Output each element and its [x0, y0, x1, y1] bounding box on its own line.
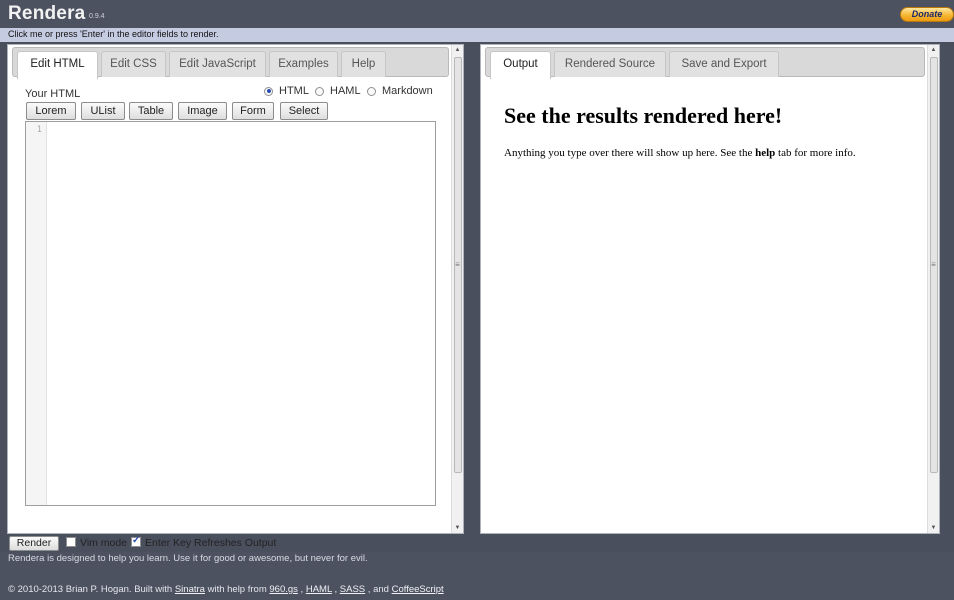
html-editor[interactable]: 1: [25, 121, 436, 506]
mode-html-radio[interactable]: [264, 86, 273, 96]
line-number-gutter: 1: [26, 122, 47, 505]
insert-ulist-button[interactable]: UList: [81, 102, 125, 120]
line-number: 1: [36, 125, 42, 135]
mode-markdown-radio[interactable]: [367, 86, 376, 96]
credits-separator: , and: [365, 584, 392, 595]
insert-image-button[interactable]: Image: [178, 102, 227, 120]
credits-with-help: with help from: [204, 584, 270, 595]
output-tabbar: Output Rendered Source Save and Export: [485, 47, 925, 79]
credits-separator: ,: [297, 584, 306, 595]
credits-separator: ,: [331, 584, 340, 595]
vim-mode-label: Vim mode: [80, 537, 128, 549]
vim-mode-checkbox[interactable]: [66, 537, 76, 547]
tab-help[interactable]: Help: [341, 51, 386, 77]
insert-lorem-button[interactable]: Lorem: [26, 102, 76, 120]
output-text-before: Anything you type over there will show u…: [504, 147, 756, 159]
tab-output[interactable]: Output: [490, 51, 551, 79]
mode-haml-radio[interactable]: [315, 86, 324, 96]
app-version: 0.9.4: [89, 13, 105, 20]
tab-rendered-source[interactable]: Rendered Source: [554, 51, 666, 77]
render-hint-text[interactable]: Click me or press 'Enter' in the editor …: [8, 29, 219, 39]
output-text: Anything you type over there will show u…: [504, 147, 856, 159]
donate-button[interactable]: Donate: [900, 7, 954, 22]
scroll-up-icon[interactable]: ▲: [928, 45, 939, 55]
tab-examples[interactable]: Examples: [269, 51, 338, 77]
mode-html-option[interactable]: HTML: [264, 85, 309, 97]
scroll-down-icon[interactable]: ▼: [452, 523, 463, 533]
footer-tagline: Rendera is designed to help you learn. U…: [8, 553, 368, 564]
haml-link[interactable]: HAML: [306, 584, 332, 595]
insert-table-button[interactable]: Table: [129, 102, 173, 120]
scrollbar-grip-icon: ≡: [455, 260, 460, 269]
coffeescript-link[interactable]: CoffeeScript: [392, 584, 444, 595]
output-panel-scrollbar[interactable]: ▲ ≡ ▼: [927, 45, 939, 533]
editor-panel-scrollbar[interactable]: ▲ ≡ ▼: [451, 45, 463, 533]
mode-html-label: HTML: [279, 85, 309, 97]
enter-refresh-label: Enter Key Refreshes Output: [145, 537, 277, 549]
scrollbar-grip-icon: ≡: [931, 260, 936, 269]
mode-haml-option[interactable]: HAML: [315, 85, 361, 97]
tab-edit-css[interactable]: Edit CSS: [101, 51, 166, 77]
tab-save-and-export[interactable]: Save and Export: [669, 51, 779, 77]
tab-edit-html[interactable]: Edit HTML: [17, 51, 98, 79]
sass-link[interactable]: SASS: [340, 584, 365, 595]
mode-markdown-option[interactable]: Markdown: [367, 85, 433, 97]
editor-tabbar: Edit HTML Edit CSS Edit JavaScript Examp…: [12, 47, 449, 79]
grid-960-link[interactable]: 960.gs: [269, 584, 298, 595]
insert-form-button[interactable]: Form: [232, 102, 274, 120]
output-text-after: tab for more info.: [775, 147, 856, 159]
render-button[interactable]: Render: [9, 536, 59, 551]
editor-label: Your HTML: [25, 88, 81, 100]
footer-credits: © 2010-2013 Brian P. Hogan. Built with S…: [8, 584, 444, 595]
mode-markdown-label: Markdown: [382, 85, 433, 97]
editor-panel: Edit HTML Edit CSS Edit JavaScript Examp…: [7, 44, 464, 534]
credits-prefix: © 2010-2013 Brian P. Hogan. Built with: [8, 584, 175, 595]
output-heading: See the results rendered here!: [504, 103, 783, 128]
sinatra-link[interactable]: Sinatra: [175, 584, 205, 595]
scroll-up-icon[interactable]: ▲: [452, 45, 463, 55]
tab-edit-javascript[interactable]: Edit JavaScript: [169, 51, 266, 77]
app-title: Rendera: [8, 3, 86, 24]
output-panel: Output Rendered Source Save and Export S…: [480, 44, 940, 534]
render-hint-bar[interactable]: Click me or press 'Enter' in the editor …: [0, 28, 954, 42]
scroll-down-icon[interactable]: ▼: [928, 523, 939, 533]
insert-select-button[interactable]: Select: [280, 102, 328, 120]
output-help-word: help: [755, 147, 776, 159]
enter-refresh-checkbox[interactable]: [131, 535, 141, 547]
app-header: Rendera 0.9.4 Donate: [0, 0, 954, 28]
render-controls: Render Vim mode Enter Key Refreshes Outp…: [0, 535, 954, 552]
mode-haml-label: HAML: [330, 85, 361, 97]
